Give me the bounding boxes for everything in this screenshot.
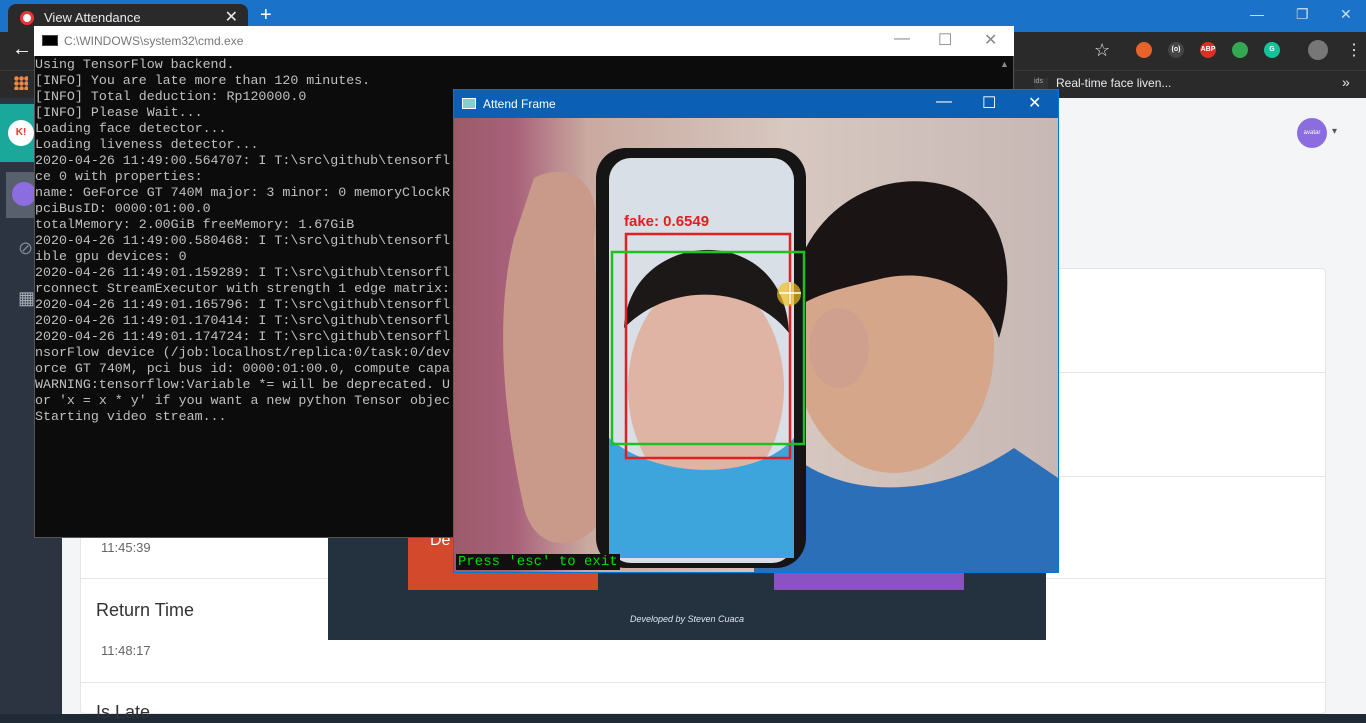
back-button[interactable]: ←	[12, 38, 32, 61]
grammarly-icon[interactable]: G	[1264, 42, 1280, 58]
cmd-line: Loading liveness detector...	[35, 137, 259, 152]
browser-menu-icon[interactable]: ⋮	[1346, 40, 1362, 60]
bookmark-star-icon[interactable]: ☆	[1094, 40, 1110, 61]
app-logo: K!	[8, 120, 34, 146]
scroll-up-icon[interactable]: ▲	[1000, 59, 1009, 69]
cmd-minimize-button[interactable]: —	[894, 30, 910, 48]
hand	[503, 171, 604, 544]
chevron-down-icon[interactable]: ▾	[1332, 126, 1337, 137]
dialog-footer: Developed by Steven Cuaca	[629, 614, 745, 624]
cmd-line: pciBusID: 0000:01:00.0	[35, 201, 211, 216]
cmd-title: C:\WINDOWS\system32\cmd.exe	[64, 34, 244, 48]
cmd-line: 2020-04-26 11:49:01.165796: I T:\src\git…	[35, 297, 450, 312]
extension-2-icon[interactable]: (o)	[1168, 42, 1184, 58]
cmd-line: 2020-04-26 11:49:00.564707: I T:\src\git…	[35, 153, 450, 168]
tab-title: View Attendance	[44, 10, 141, 25]
cmd-line: Loading face detector...	[35, 121, 227, 136]
divider	[80, 682, 1326, 683]
cmd-line: [INFO] You are late more than 120 minute…	[35, 73, 371, 88]
bookmark-label: Real-time face liven...	[1056, 76, 1172, 90]
browser-minimize-button[interactable]: —	[1250, 6, 1264, 22]
cmd-output: Using TensorFlow backend. [INFO] You are …	[35, 57, 453, 537]
cmd-line: Using TensorFlow backend.	[35, 57, 235, 72]
attend-close-button[interactable]: ✕	[1028, 93, 1041, 113]
close-tab-icon[interactable]: ✕	[225, 7, 238, 27]
cmd-icon	[42, 35, 58, 46]
window-icon	[462, 98, 476, 109]
attend-frame-titlebar[interactable]: Attend Frame — ☐ ✕	[454, 90, 1058, 118]
prediction-label: fake: 0.6549	[624, 213, 709, 230]
profile-icon[interactable]	[1308, 40, 1328, 60]
cmd-line: 2020-04-26 11:49:00.580468: I T:\src\git…	[35, 233, 450, 248]
new-tab-button[interactable]: +	[260, 4, 272, 27]
thumb	[809, 308, 869, 388]
attend-maximize-button[interactable]: ☐	[982, 93, 996, 113]
camera-scene: fake: 0.6549	[503, 148, 1058, 572]
attend-minimize-button[interactable]: —	[936, 93, 952, 111]
is-late-label: Is Late	[96, 702, 151, 722]
extension-1-icon[interactable]	[1136, 42, 1152, 58]
cmd-line: or 'x = x * y' if you want a new python …	[35, 393, 450, 408]
adblock-icon[interactable]: ABP	[1200, 42, 1216, 58]
cmd-line: 2020-04-26 11:49:01.170414: I T:\src\git…	[35, 313, 450, 328]
attend-frame-title: Attend Frame	[483, 97, 556, 111]
cmd-line: WARNING:tensorflow:Variable *= will be d…	[35, 377, 450, 392]
cmd-line: [INFO] Please Wait...	[35, 105, 203, 120]
return-time-value: 11:48:17	[101, 643, 151, 658]
cmd-line: nsorFlow device (/job:localhost/replica:…	[35, 345, 450, 360]
cmd-line: 2020-04-26 11:49:01.159289: I T:\src\git…	[35, 265, 450, 280]
cursor-highlight	[777, 282, 801, 306]
cmd-line: ible gpu devices: 0	[35, 249, 187, 264]
extension-4-icon[interactable]	[1232, 42, 1248, 58]
tab-favicon-icon	[20, 11, 34, 25]
sidebar-block-icon[interactable]: ⊘	[18, 238, 33, 259]
cmd-line: 2020-04-26 11:49:01.174724: I T:\src\git…	[35, 329, 450, 344]
cmd-line: [INFO] Total deduction: Rp120000.0	[35, 89, 307, 104]
camera-feed: fake: 0.6549	[454, 118, 1058, 572]
user-avatar	[12, 182, 36, 206]
cmd-titlebar[interactable]: C:\WINDOWS\system32\cmd.exe — ☐ ✕	[34, 26, 1014, 56]
bookmarks-more-icon[interactable]: »	[1342, 74, 1350, 90]
return-time-label: Return Time	[96, 600, 195, 620]
profile-avatar[interactable]: avatar	[1297, 118, 1327, 148]
sidebar-calendar-icon[interactable]: ▦	[18, 288, 35, 309]
bookmark-item[interactable]: ids Real-time face liven...	[1034, 76, 1171, 90]
cmd-line: rconnect StreamExecutor with strength 1 …	[35, 281, 450, 296]
cmd-close-button[interactable]: ✕	[984, 30, 997, 50]
apps-grid-icon[interactable]	[14, 76, 28, 90]
browser-close-button[interactable]: ✕	[1340, 6, 1352, 23]
cmd-maximize-button[interactable]: ☐	[938, 30, 952, 50]
cmd-line: ce 0 with properties:	[35, 169, 203, 184]
exit-hint: Press 'esc' to exit	[456, 554, 620, 570]
left-time-value: 11:45:39	[101, 540, 151, 555]
cmd-line: totalMemory: 2.00GiB freeMemory: 1.67GiB	[35, 217, 355, 232]
cmd-line: name: GeForce GT 740M major: 3 minor: 0 …	[35, 185, 450, 200]
cmd-line: orce GT 740M, pci bus id: 0000:01:00.0, …	[35, 361, 450, 376]
cmd-line: Starting video stream...	[35, 409, 227, 424]
browser-restore-button[interactable]: ❐	[1296, 6, 1309, 23]
